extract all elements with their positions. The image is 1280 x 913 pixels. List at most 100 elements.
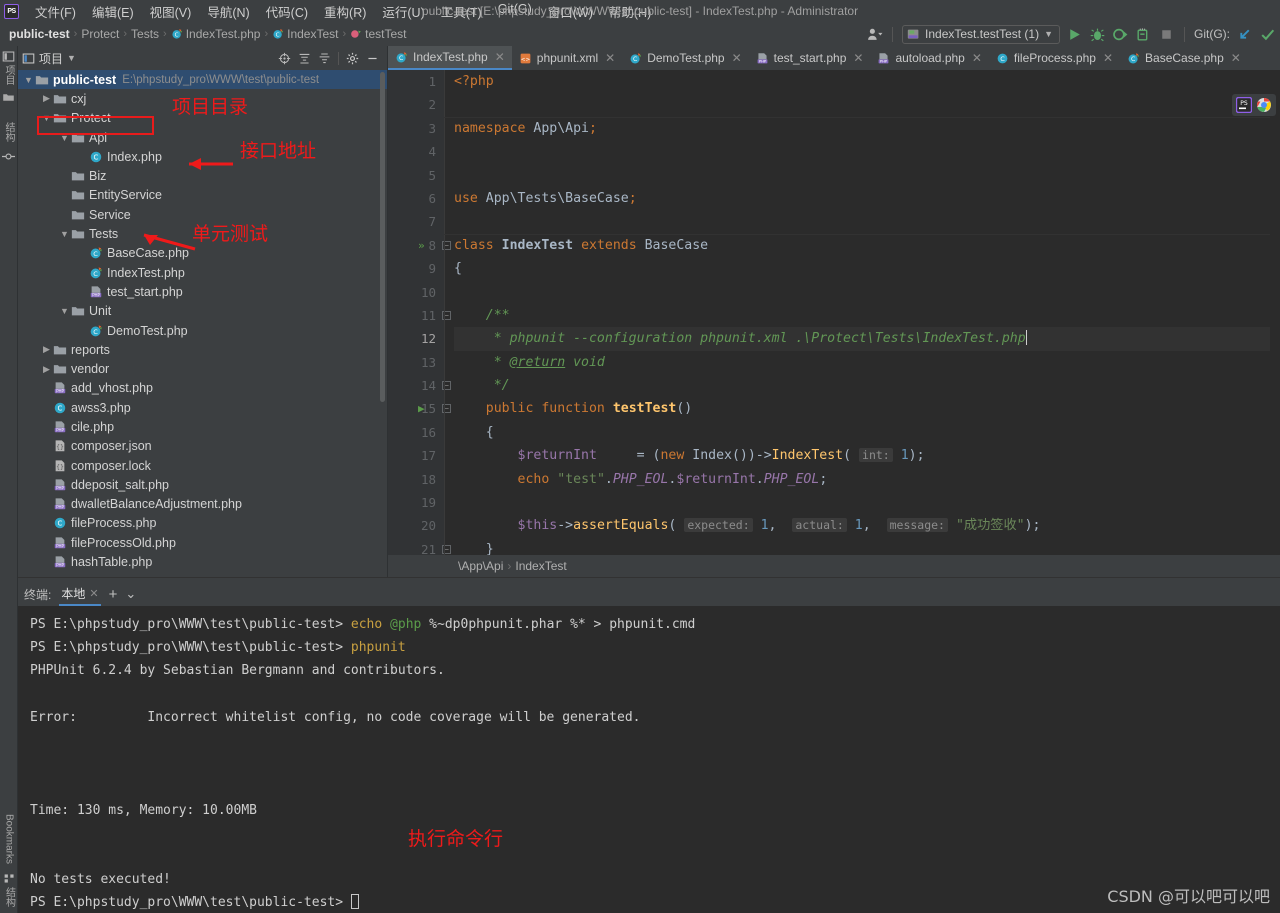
- chevron-right-icon[interactable]: ▶: [40, 93, 53, 104]
- code-editor[interactable]: 1 2 3 4 5 6 7 8» −9 10 11−12 13 14−15 ▶ −16 17 18 19 20 21−…: [388, 70, 1280, 555]
- menu-navigate[interactable]: 导航(N): [199, 0, 257, 23]
- tree-node-ddeposit-salt-php[interactable]: PHP ddeposit_salt.php: [18, 475, 387, 494]
- code-line[interactable]: {: [454, 421, 1280, 444]
- panel-divider[interactable]: [18, 577, 1280, 578]
- expand-all-icon[interactable]: [298, 52, 311, 65]
- terminal-caret[interactable]: [350, 894, 359, 910]
- code-line[interactable]: class IndexTest extends BaseCase: [454, 234, 1280, 257]
- tree-node-add-vhost-php[interactable]: PHP add_vhost.php: [18, 379, 387, 398]
- editor-tab-indextest-php[interactable]: C IndexTest.php ✕: [388, 46, 512, 70]
- editor-tab-fileprocess-php[interactable]: CfileProcess.php ✕: [989, 46, 1120, 70]
- code-line[interactable]: namespace App\Api;: [454, 117, 1280, 140]
- chrome-icon[interactable]: [1256, 97, 1272, 113]
- chevron-down-icon[interactable]: ▼: [1044, 29, 1053, 39]
- editor-tab-basecase-php[interactable]: C BaseCase.php ✕: [1120, 46, 1248, 70]
- editor-breadcrumb-namespace[interactable]: \App\Api: [458, 559, 503, 573]
- close-icon[interactable]: ✕: [495, 50, 505, 64]
- code-line[interactable]: * @return void: [454, 351, 1280, 374]
- tree-node-composer-lock[interactable]: {} composer.lock: [18, 456, 387, 475]
- chevron-down-icon[interactable]: ▼: [58, 133, 71, 143]
- project-tree[interactable]: ▼ public-test E:\phpstudy_pro\WWW\test\pub…: [18, 70, 387, 577]
- close-icon[interactable]: ✕: [972, 51, 982, 65]
- menu-window[interactable]: 窗口(W): [540, 0, 601, 23]
- code-line[interactable]: <?php: [454, 70, 1280, 93]
- run-configuration-selector[interactable]: IndexTest.testTest (1) ▼: [902, 24, 1060, 44]
- editor-scrollbar[interactable]: [1270, 70, 1280, 555]
- tree-node-fileprocessold-php[interactable]: PHP fileProcessOld.php: [18, 533, 387, 552]
- code-line[interactable]: }: [454, 538, 1280, 555]
- project-tree-scrollbar[interactable]: [380, 72, 385, 402]
- code-line[interactable]: [454, 140, 1280, 163]
- run-icon[interactable]: [1066, 26, 1083, 43]
- tree-node-dwalletbalanceadjustment-php[interactable]: PHP dwalletBalanceAdjustment.php: [18, 495, 387, 514]
- close-icon[interactable]: ✕: [605, 51, 615, 65]
- tree-node-protect[interactable]: ▼ Protect: [18, 109, 387, 128]
- close-icon[interactable]: ✕: [1103, 51, 1113, 65]
- main-menu[interactable]: 文件(F) 编辑(E) 视图(V) 导航(N) 代码(C) 重构(R) 运行(U) 工具(T)…: [27, 0, 659, 23]
- tree-node-test-start-php[interactable]: PHP test_start.php: [18, 282, 387, 301]
- editor-gutter[interactable]: 1 2 3 4 5 6 7 8» −9 10 11−12 13 14−15 ▶ −16 17 18 19 20 21−: [388, 70, 451, 555]
- chevron-down-icon[interactable]: ▼: [40, 113, 53, 123]
- tree-node-service[interactable]: Service: [18, 205, 387, 224]
- run-with-coverage-icon[interactable]: [1112, 26, 1129, 43]
- code-line[interactable]: [454, 210, 1280, 233]
- editor-tab-test-start-php[interactable]: PHP test_start.php ✕: [749, 46, 871, 70]
- git-update-project-icon[interactable]: [1236, 26, 1253, 43]
- tree-node-tests[interactable]: ▼ Tests: [18, 224, 387, 243]
- sidebar-item-folder[interactable]: [0, 89, 17, 108]
- stop-icon[interactable]: [1158, 26, 1175, 43]
- menu-file[interactable]: 文件(F): [27, 0, 84, 23]
- tree-node-public-test[interactable]: ▼ public-test E:\phpstudy_pro\WWW\test\pub…: [18, 70, 387, 90]
- menu-code[interactable]: 代码(C): [258, 0, 316, 23]
- editor-breadcrumb-class[interactable]: IndexTest: [515, 559, 566, 573]
- phpstorm-icon[interactable]: PS: [1236, 97, 1252, 113]
- breadcrumb-item-public-test[interactable]: public-test: [6, 27, 73, 41]
- editor-tab-bar[interactable]: C IndexTest.php ✕ <> phpunit.xml ✕ C DemoTest.p…: [388, 46, 1280, 70]
- sidebar-item-structure-bottom[interactable]: 结构: [0, 868, 18, 911]
- chevron-down-icon[interactable]: ⌄: [125, 586, 136, 602]
- add-terminal-icon[interactable]: +: [109, 586, 118, 603]
- sidebar-item-bookmarks[interactable]: Bookmarks: [0, 810, 18, 868]
- tree-node-awss3-php[interactable]: Cawss3.php: [18, 398, 387, 417]
- user-settings-icon[interactable]: [866, 26, 883, 43]
- tree-node-composer-json[interactable]: {} composer.json: [18, 437, 387, 456]
- close-icon[interactable]: ✕: [89, 587, 98, 600]
- menu-run[interactable]: 运行(U): [374, 0, 432, 23]
- tree-node-hashtable-php[interactable]: PHP hashTable.php: [18, 552, 387, 571]
- terminal-tab-local[interactable]: 本地 ✕: [59, 582, 101, 606]
- browser-preview-icons[interactable]: PS: [1232, 94, 1276, 116]
- breadcrumb-item-tests[interactable]: Tests: [128, 27, 162, 41]
- git-commit-icon[interactable]: [1259, 26, 1276, 43]
- code-line[interactable]: [454, 164, 1280, 187]
- tree-node-biz[interactable]: Biz: [18, 166, 387, 185]
- chevron-down-icon[interactable]: ▼: [67, 53, 76, 63]
- debug-icon[interactable]: [1089, 26, 1106, 43]
- tree-node-reports[interactable]: ▶ reports: [18, 340, 387, 359]
- collapse-all-icon[interactable]: [318, 52, 331, 65]
- hide-panel-icon[interactable]: [366, 52, 379, 65]
- sidebar-item-commit[interactable]: [0, 146, 17, 167]
- close-icon[interactable]: ✕: [853, 51, 863, 65]
- settings-gear-icon[interactable]: [346, 52, 359, 65]
- menu-git[interactable]: Git(G): [490, 0, 540, 23]
- menu-view[interactable]: 视图(V): [142, 0, 200, 23]
- chevron-right-icon[interactable]: ▶: [40, 344, 53, 355]
- tree-node-cile-php[interactable]: PHP cile.php: [18, 417, 387, 436]
- editor-code[interactable]: <?php namespace App\Api; use App\Tests\Bas…: [444, 70, 1280, 555]
- code-line[interactable]: echo "test".PHP_EOL.$returnInt.PHP_EOL;: [454, 468, 1280, 491]
- sidebar-item-project[interactable]: 项目: [0, 46, 17, 89]
- code-line[interactable]: * phpunit --configuration phpunit.xml .\…: [454, 327, 1280, 351]
- profile-icon[interactable]: [1135, 26, 1152, 43]
- run-method-gutter-icon[interactable]: ▶: [418, 397, 425, 420]
- code-line[interactable]: $returnInt = (new Index())->IndexTest( i…: [454, 444, 1280, 467]
- code-line[interactable]: public function testTest(): [454, 397, 1280, 420]
- chevron-down-icon[interactable]: ▼: [58, 229, 71, 239]
- chevron-down-icon[interactable]: ▼: [58, 306, 71, 316]
- code-line[interactable]: use App\Tests\BaseCase;: [454, 187, 1280, 210]
- breadcrumb-item-indextest[interactable]: C IndexTest: [269, 27, 341, 41]
- close-icon[interactable]: ✕: [732, 51, 742, 65]
- tree-node-unit[interactable]: ▼ Unit: [18, 302, 387, 321]
- code-line[interactable]: */: [454, 374, 1280, 397]
- breadcrumb[interactable]: public-test › Protect › Tests › C IndexTest.php…: [6, 27, 410, 41]
- menu-tools[interactable]: 工具(T): [433, 0, 490, 23]
